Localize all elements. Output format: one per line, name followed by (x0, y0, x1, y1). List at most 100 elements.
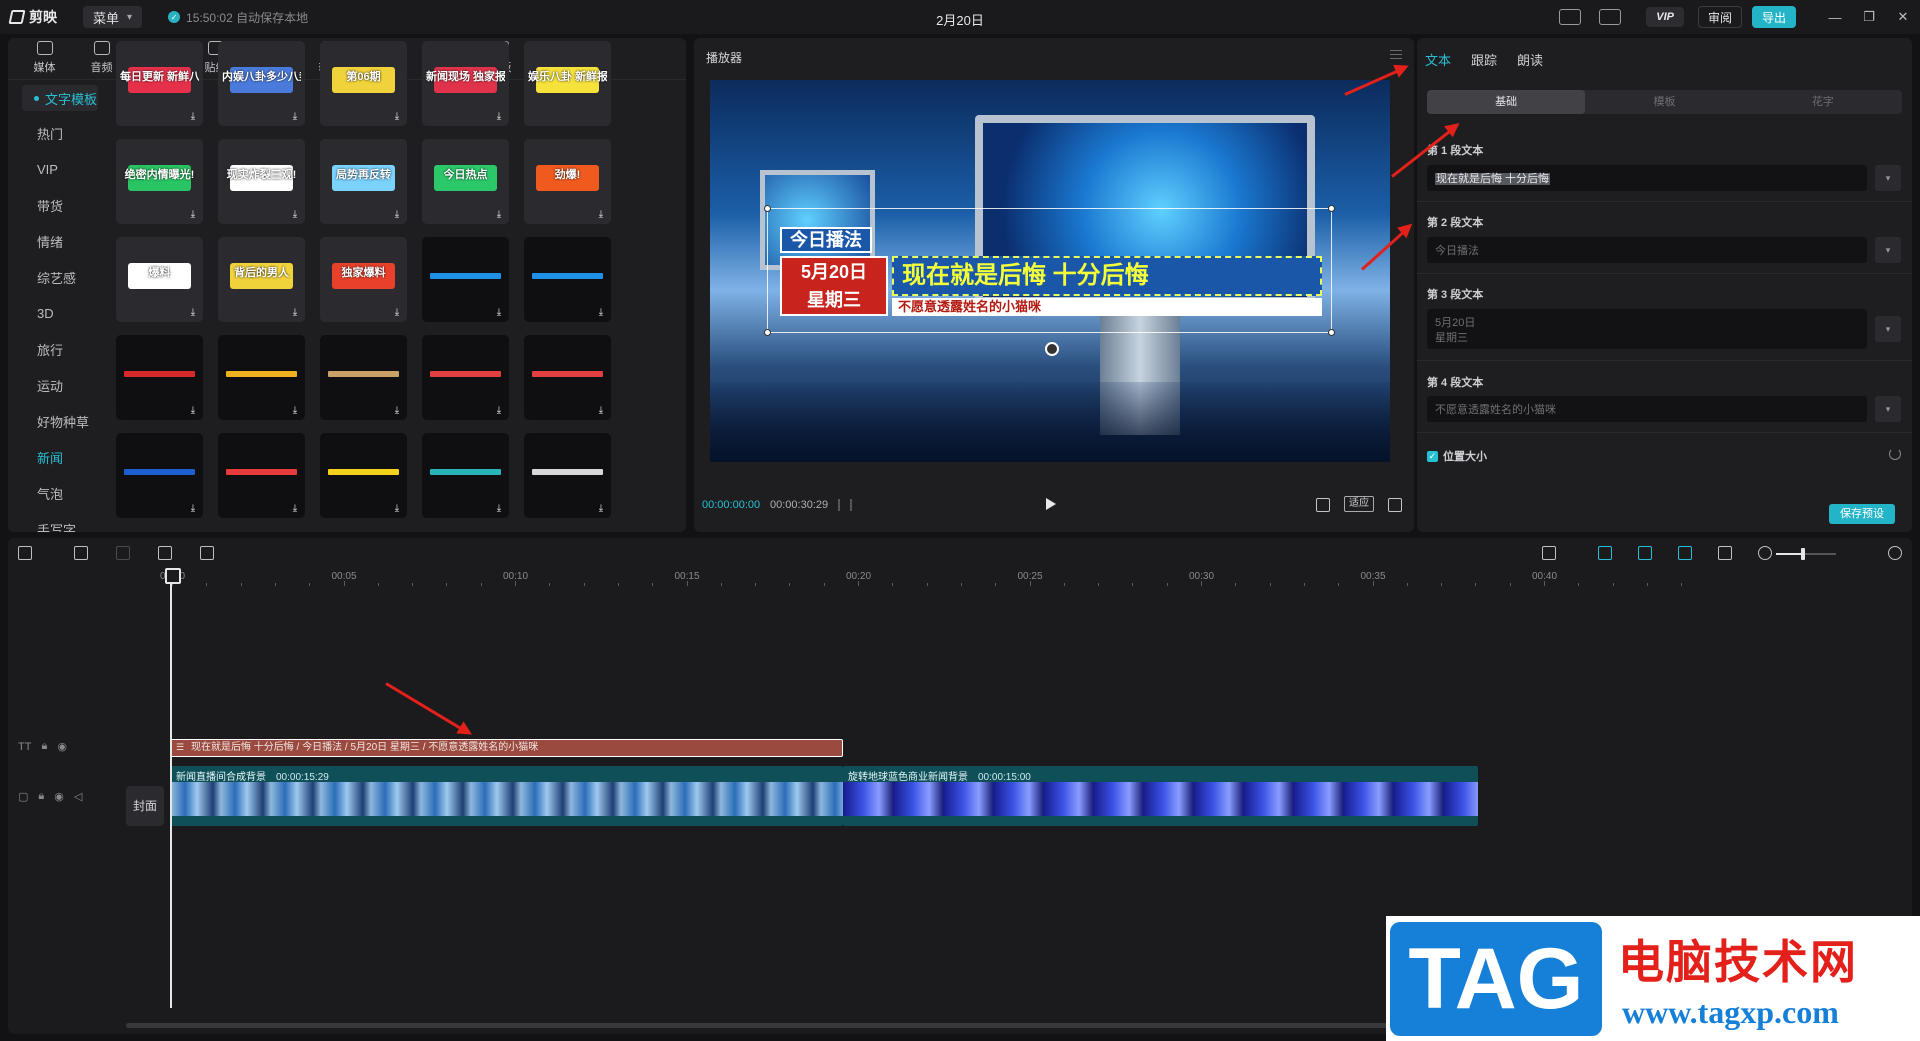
playhead[interactable] (165, 568, 181, 1008)
microphone-icon[interactable] (1542, 546, 1556, 560)
cover-button[interactable]: 封面 (126, 786, 164, 826)
delete-icon[interactable] (200, 546, 214, 560)
download-icon[interactable]: ⤓ (188, 210, 198, 220)
category-item[interactable]: 热门 (8, 115, 106, 151)
lock-icon[interactable]: 🔒︎ (41, 740, 47, 753)
download-icon[interactable]: ⤓ (392, 406, 402, 416)
timeline-ruler[interactable]: 00:0000:0500:1000:1500:2000:2500:3000:35… (160, 568, 1912, 586)
download-icon[interactable]: ⤓ (392, 112, 402, 122)
eye-icon[interactable]: ◉ (54, 790, 64, 803)
review-button[interactable]: 审阅 (1697, 6, 1742, 28)
text-field-4[interactable]: 不愿意透露姓名的小猫咪 (1427, 396, 1867, 422)
download-icon[interactable]: ⤓ (392, 308, 402, 318)
download-icon[interactable]: ⤓ (290, 406, 300, 416)
preview-axis-icon[interactable] (1718, 546, 1732, 560)
inspector-tab[interactable]: 文本 (1425, 50, 1451, 69)
redo-icon[interactable] (116, 546, 130, 560)
expand-icon[interactable] (1388, 498, 1402, 512)
text-template-thumbnail[interactable]: 背后的男人 ⤓ (218, 237, 305, 322)
eye-icon[interactable]: ◉ (57, 740, 67, 753)
download-icon[interactable]: ⤓ (188, 406, 198, 416)
text-template-thumbnail[interactable]: ⤓ (320, 335, 407, 420)
segment-button[interactable]: 花字 (1744, 90, 1902, 114)
link-icon[interactable] (1678, 546, 1692, 560)
inspector-tab[interactable]: 朗读 (1517, 50, 1543, 69)
play-icon[interactable] (1046, 498, 1056, 510)
ratio-button[interactable]: 适应 (1344, 496, 1374, 512)
video-clip-1[interactable]: 新闻直播间合成背景 00:00:15:29 (171, 766, 843, 826)
text-template-thumbnail[interactable]: 局势再反转 ⤓ (320, 139, 407, 224)
text-template-thumbnail[interactable]: 新闻现场 独家报道 ⤓ (422, 41, 509, 126)
fullscreen-preview-icon[interactable] (1316, 498, 1330, 512)
text-template-thumbnail[interactable]: 第06期 ⤓ (320, 41, 407, 126)
category-item[interactable]: 气泡 (8, 475, 106, 511)
text-template-thumbnail[interactable]: 爆料 ⤓ (116, 237, 203, 322)
resize-handle[interactable] (764, 205, 771, 212)
segment-button[interactable]: 模板 (1585, 90, 1743, 114)
shortcut-icon[interactable] (1559, 9, 1582, 25)
close-icon[interactable]: ✕ (1886, 9, 1920, 25)
text-field-1[interactable]: 现在就是后悔 十分后悔 (1427, 165, 1867, 191)
download-icon[interactable]: ⤓ (290, 308, 300, 318)
segment-button[interactable]: 基础 (1427, 90, 1586, 114)
inspector-tab[interactable]: 跟踪 (1471, 50, 1497, 69)
download-icon[interactable]: ⤓ (290, 504, 300, 514)
position-size-row[interactable]: ✓ 位置大小 (1427, 448, 1487, 464)
layout-icon[interactable] (1599, 9, 1622, 25)
category-item[interactable]: 好物种草 (8, 403, 106, 439)
video-clip-2[interactable]: 旋转地球蓝色商业新闻背景 00:00:15:00 (843, 766, 1478, 826)
text-template-thumbnail[interactable]: ⤓ (524, 433, 611, 518)
text-template-thumbnail[interactable]: 内娱八卦多少八卦 ⤓ (218, 41, 305, 126)
category-item[interactable]: 情绪 (8, 223, 106, 259)
download-icon[interactable]: ⤓ (290, 210, 300, 220)
text-template-thumbnail[interactable]: ⤓ (320, 433, 407, 518)
resize-handle[interactable] (1328, 329, 1335, 336)
resize-handle[interactable] (764, 329, 771, 336)
export-button[interactable]: 导出 (1751, 6, 1796, 28)
text-template-thumbnail[interactable]: ⤓ (218, 335, 305, 420)
text-template-thumbnail[interactable]: ⤓ (422, 237, 509, 322)
zoom-out-icon[interactable] (1758, 546, 1772, 560)
download-icon[interactable]: ⤓ (494, 406, 504, 416)
resize-handle[interactable] (1328, 205, 1335, 212)
text-field-3[interactable]: 5月20日 星期三 (1427, 309, 1867, 349)
text-template-thumbnail[interactable]: 每日更新 新鲜八卦 ⤓ (116, 41, 203, 126)
text-template-thumbnail[interactable]: 娱乐八卦 新鲜报道 (524, 41, 611, 126)
text-template-thumbnail[interactable]: 劲爆! ⤓ (524, 139, 611, 224)
category-item[interactable]: 带货 (8, 187, 106, 223)
select-cursor-icon[interactable] (18, 546, 32, 560)
chevron-down-icon[interactable]: ▾ (1875, 237, 1901, 263)
download-icon[interactable]: ⤓ (290, 112, 300, 122)
menu-button[interactable]: 菜单 ▾ (83, 6, 143, 28)
text-template-thumbnail[interactable]: ⤓ (422, 335, 509, 420)
chevron-down-icon[interactable]: ▾ (1875, 316, 1901, 342)
text-template-thumbnail[interactable]: ⤓ (116, 335, 203, 420)
download-icon[interactable]: ⤓ (596, 406, 606, 416)
category-item[interactable]: 综艺感 (8, 259, 106, 295)
save-preset-button[interactable]: 保存预设 (1829, 504, 1895, 524)
download-icon[interactable]: ⤓ (596, 504, 606, 514)
restore-icon[interactable]: ❐ (1852, 9, 1886, 25)
text-template-thumbnail[interactable]: ⤓ (218, 433, 305, 518)
download-icon[interactable]: ⤓ (188, 112, 198, 122)
category-item[interactable]: 文字模板 (22, 85, 98, 111)
download-icon[interactable]: ⤓ (494, 210, 504, 220)
minimize-icon[interactable]: — (1818, 10, 1852, 25)
video-preview[interactable]: 今日播法 5月20日 星期三 现在就是后悔 十分后悔 不愿意透露姓名的小猫咪 (710, 80, 1390, 462)
zoom-in-icon[interactable] (1888, 546, 1902, 560)
text-template-thumbnail[interactable]: 独家爆料 ⤓ (320, 237, 407, 322)
vip-badge[interactable]: VIP (1646, 7, 1684, 27)
checkbox-checked-icon[interactable]: ✓ (1427, 450, 1438, 462)
auto-snap-icon[interactable] (1638, 546, 1652, 560)
text-template-thumbnail[interactable]: 今日热点 ⤓ (422, 139, 509, 224)
category-item[interactable]: 3D (8, 295, 106, 331)
split-icon[interactable] (158, 546, 172, 560)
zoom-slider[interactable] (1776, 548, 1836, 560)
tab-media[interactable]: 媒体 (16, 41, 73, 79)
text-template-thumbnail[interactable]: ⤓ (524, 335, 611, 420)
reset-icon[interactable] (1889, 448, 1901, 460)
rotate-handle-icon[interactable] (1045, 342, 1059, 356)
main-track-magnet-icon[interactable] (1598, 546, 1612, 560)
chevron-down-icon[interactable]: ▾ (1875, 396, 1901, 422)
category-item[interactable]: 新闻 (8, 439, 106, 475)
